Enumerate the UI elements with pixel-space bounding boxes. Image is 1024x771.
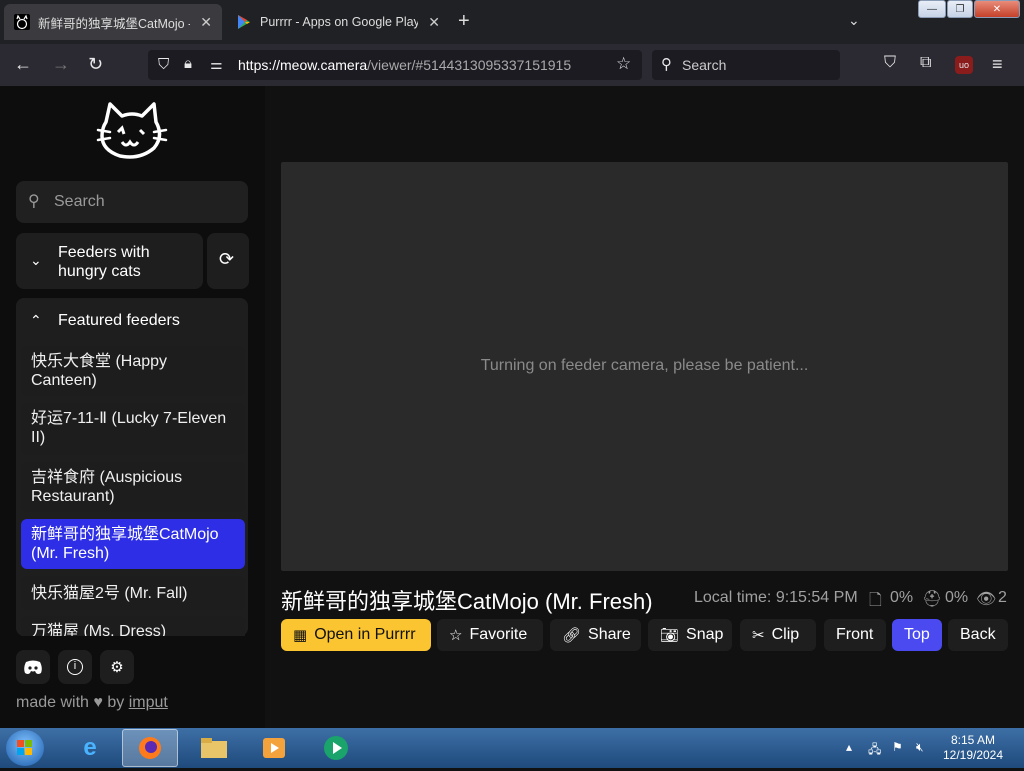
favorite-button[interactable]: ☆ Favorite <box>437 619 543 651</box>
browser-nav-bar: ← → ↻ ⛉ 🔒︎ ⚌ https://meow.camera/viewer/… <box>0 44 1024 86</box>
url-host: https://meow.camera <box>238 57 368 73</box>
camera-icon: 📷︎ <box>660 627 680 644</box>
permissions-icon[interactable]: ⚌ <box>210 56 223 73</box>
treat-icon: ⛑︎ <box>922 591 943 608</box>
feeder-item[interactable]: 快乐大食堂 (Happy Canteen) <box>21 346 245 396</box>
close-tab-icon[interactable]: ✕ <box>200 14 212 31</box>
search-icon: ⚲ <box>661 56 672 73</box>
info-button[interactable]: i <box>58 650 92 684</box>
open-label: Open in Purrrr <box>314 626 416 643</box>
author-link[interactable]: imput <box>129 694 168 711</box>
start-button[interactable] <box>6 730 44 766</box>
clock-time: 8:15 AM <box>950 733 996 747</box>
back-label: Back <box>960 626 996 643</box>
top-label: Top <box>904 626 930 643</box>
firefox-icon[interactable] <box>122 729 178 767</box>
windows-logo-icon <box>17 740 32 755</box>
action-center-flag-icon[interactable]: ⚑ <box>892 740 903 754</box>
local-time: Local time: 9:15:54 PM <box>694 589 858 606</box>
settings-button[interactable]: ⚙ <box>100 650 134 684</box>
discord-icon <box>24 660 42 674</box>
favorite-label: Favorite <box>469 626 528 643</box>
system-clock[interactable]: 8:15 AM 12/19/2024 <box>940 733 1006 763</box>
file-explorer-icon[interactable] <box>186 729 242 767</box>
menu-hamburger-icon[interactable]: ≡ <box>992 54 1003 75</box>
clip-label: Clip <box>771 626 800 643</box>
scissors-icon: ✂ <box>752 627 765 644</box>
ublock-icon[interactable]: uo <box>955 56 973 74</box>
sidebar: ⚲ Search ⌄ Feeders with hungry cats ⟳ ⌃ … <box>0 86 265 728</box>
maximize-button[interactable]: ❐ <box>947 0 973 18</box>
food-icon: 🗋︎ <box>869 592 882 609</box>
tray-expand-icon[interactable]: ▴ <box>846 740 852 754</box>
made-with-credit: made with ♥ by imput <box>16 694 168 712</box>
reload-icon[interactable]: ↻ <box>88 54 103 75</box>
feeder-item[interactable]: 吉祥食府 (Auspicious Restaurant) <box>21 462 245 512</box>
url-text: https://meow.camera/viewer/#514431309533… <box>238 57 571 73</box>
cat-favicon-icon <box>14 14 30 30</box>
url-path: /viewer/#5144313095337151915 <box>367 57 572 73</box>
front-label: Front <box>836 626 874 643</box>
gear-icon: ⚙ <box>110 659 124 676</box>
snap-button[interactable]: 📷︎ Snap <box>648 619 732 651</box>
volume-muted-icon[interactable]: 🔇︎ <box>916 740 924 755</box>
tab-meow-camera[interactable]: 新鲜哥的独享城堡CatMojo - m ✕ <box>4 4 222 40</box>
tab-google-play[interactable]: Purrrr - Apps on Google Play ✕ <box>226 4 450 40</box>
top-view-button[interactable]: Top <box>892 619 942 651</box>
back-arrow-icon[interactable]: ← <box>14 54 32 75</box>
tab-list-chevron-icon[interactable]: ⌄ <box>848 12 860 29</box>
bookmark-star-icon[interactable]: ☆ <box>616 54 631 74</box>
viewer-count: 2 <box>998 589 1007 606</box>
browser-tab-bar: 新鲜哥的独享城堡CatMojo - m ✕ Purrrr - Apps on G… <box>0 0 1024 44</box>
star-icon: ☆ <box>449 627 463 644</box>
made-with-text: made with <box>16 694 89 711</box>
new-tab-button[interactable]: + <box>458 10 470 33</box>
camera-video-area[interactable]: Turning on feeder camera, please be pati… <box>281 162 1008 571</box>
forward-arrow-icon[interactable]: → <box>52 54 70 75</box>
clock-date: 12/19/2024 <box>942 748 1004 762</box>
feeder-item[interactable]: 万猫屋 (Ms. Dress) <box>21 616 245 636</box>
link-icon: 🔗︎ <box>562 627 582 644</box>
qr-code-icon: ▦ <box>293 627 308 644</box>
internet-explorer-icon[interactable]: e <box>62 729 118 767</box>
browser-search-box[interactable]: ⚲ Search <box>652 50 840 80</box>
heart-icon: ♥ <box>93 694 103 711</box>
window-close-button[interactable]: ✕ <box>974 0 1020 18</box>
eye-icon: 👁︎ <box>976 591 997 608</box>
extensions-icon[interactable]: ⧉ <box>920 54 931 72</box>
pocket-icon[interactable]: ⛉ <box>884 54 896 72</box>
shield-icon[interactable]: ⛉ <box>158 56 169 73</box>
app-icon[interactable] <box>308 729 364 767</box>
food-level: 0% <box>890 589 914 606</box>
browser-search-placeholder: Search <box>682 57 727 73</box>
address-bar[interactable]: ⛉ 🔒︎ ⚌ https://meow.camera/viewer/#51443… <box>148 50 642 80</box>
media-player-icon[interactable] <box>246 729 302 767</box>
share-button[interactable]: 🔗︎ Share <box>550 619 641 651</box>
camera-status-message: Turning on feeder camera, please be pati… <box>480 357 809 374</box>
front-view-button[interactable]: Front <box>824 619 886 651</box>
lock-icon[interactable]: 🔒︎ <box>184 55 192 72</box>
discord-button[interactable] <box>16 650 50 684</box>
tab-title: Purrrr - Apps on Google Play <box>260 15 419 29</box>
google-play-icon <box>236 14 252 30</box>
info-icon: i <box>67 659 83 675</box>
feeder-list: 快乐大食堂 (Happy Canteen) 好运7-11-Ⅱ (Lucky 7-… <box>0 86 265 636</box>
minimize-button[interactable]: — <box>918 0 946 18</box>
close-tab-icon[interactable]: ✕ <box>428 14 440 31</box>
feeder-item[interactable]: 快乐猫屋2号 (Mr. Fall) <box>21 576 245 610</box>
feeder-item[interactable]: 好运7-11-Ⅱ (Lucky 7-Eleven II) <box>21 403 245 455</box>
share-label: Share <box>588 626 631 643</box>
network-icon[interactable]: 🖧︎ <box>868 740 881 761</box>
clip-button[interactable]: ✂ Clip <box>740 619 816 651</box>
meow-camera-page: ⚲ Search ⌄ Feeders with hungry cats ⟳ ⌃ … <box>0 86 1024 728</box>
tab-title: 新鲜哥的独享城堡CatMojo - m <box>38 16 191 31</box>
feeder-item-selected[interactable]: 新鲜哥的独享城堡CatMojo (Mr. Fresh) <box>21 519 245 569</box>
snap-label: Snap <box>686 626 724 643</box>
feeder-title: 新鲜哥的独享城堡CatMojo (Mr. Fresh) <box>281 589 653 614</box>
by-text: by <box>107 694 125 711</box>
open-in-purrrr-button[interactable]: ▦ Open in Purrrr <box>281 619 431 651</box>
treat-level: 0% <box>945 589 969 606</box>
back-view-button[interactable]: Back <box>948 619 1008 651</box>
windows-taskbar: e ▴ 🖧︎ ⚑ 🔇︎ 8:15 AM 12/19/2024 <box>0 728 1024 768</box>
